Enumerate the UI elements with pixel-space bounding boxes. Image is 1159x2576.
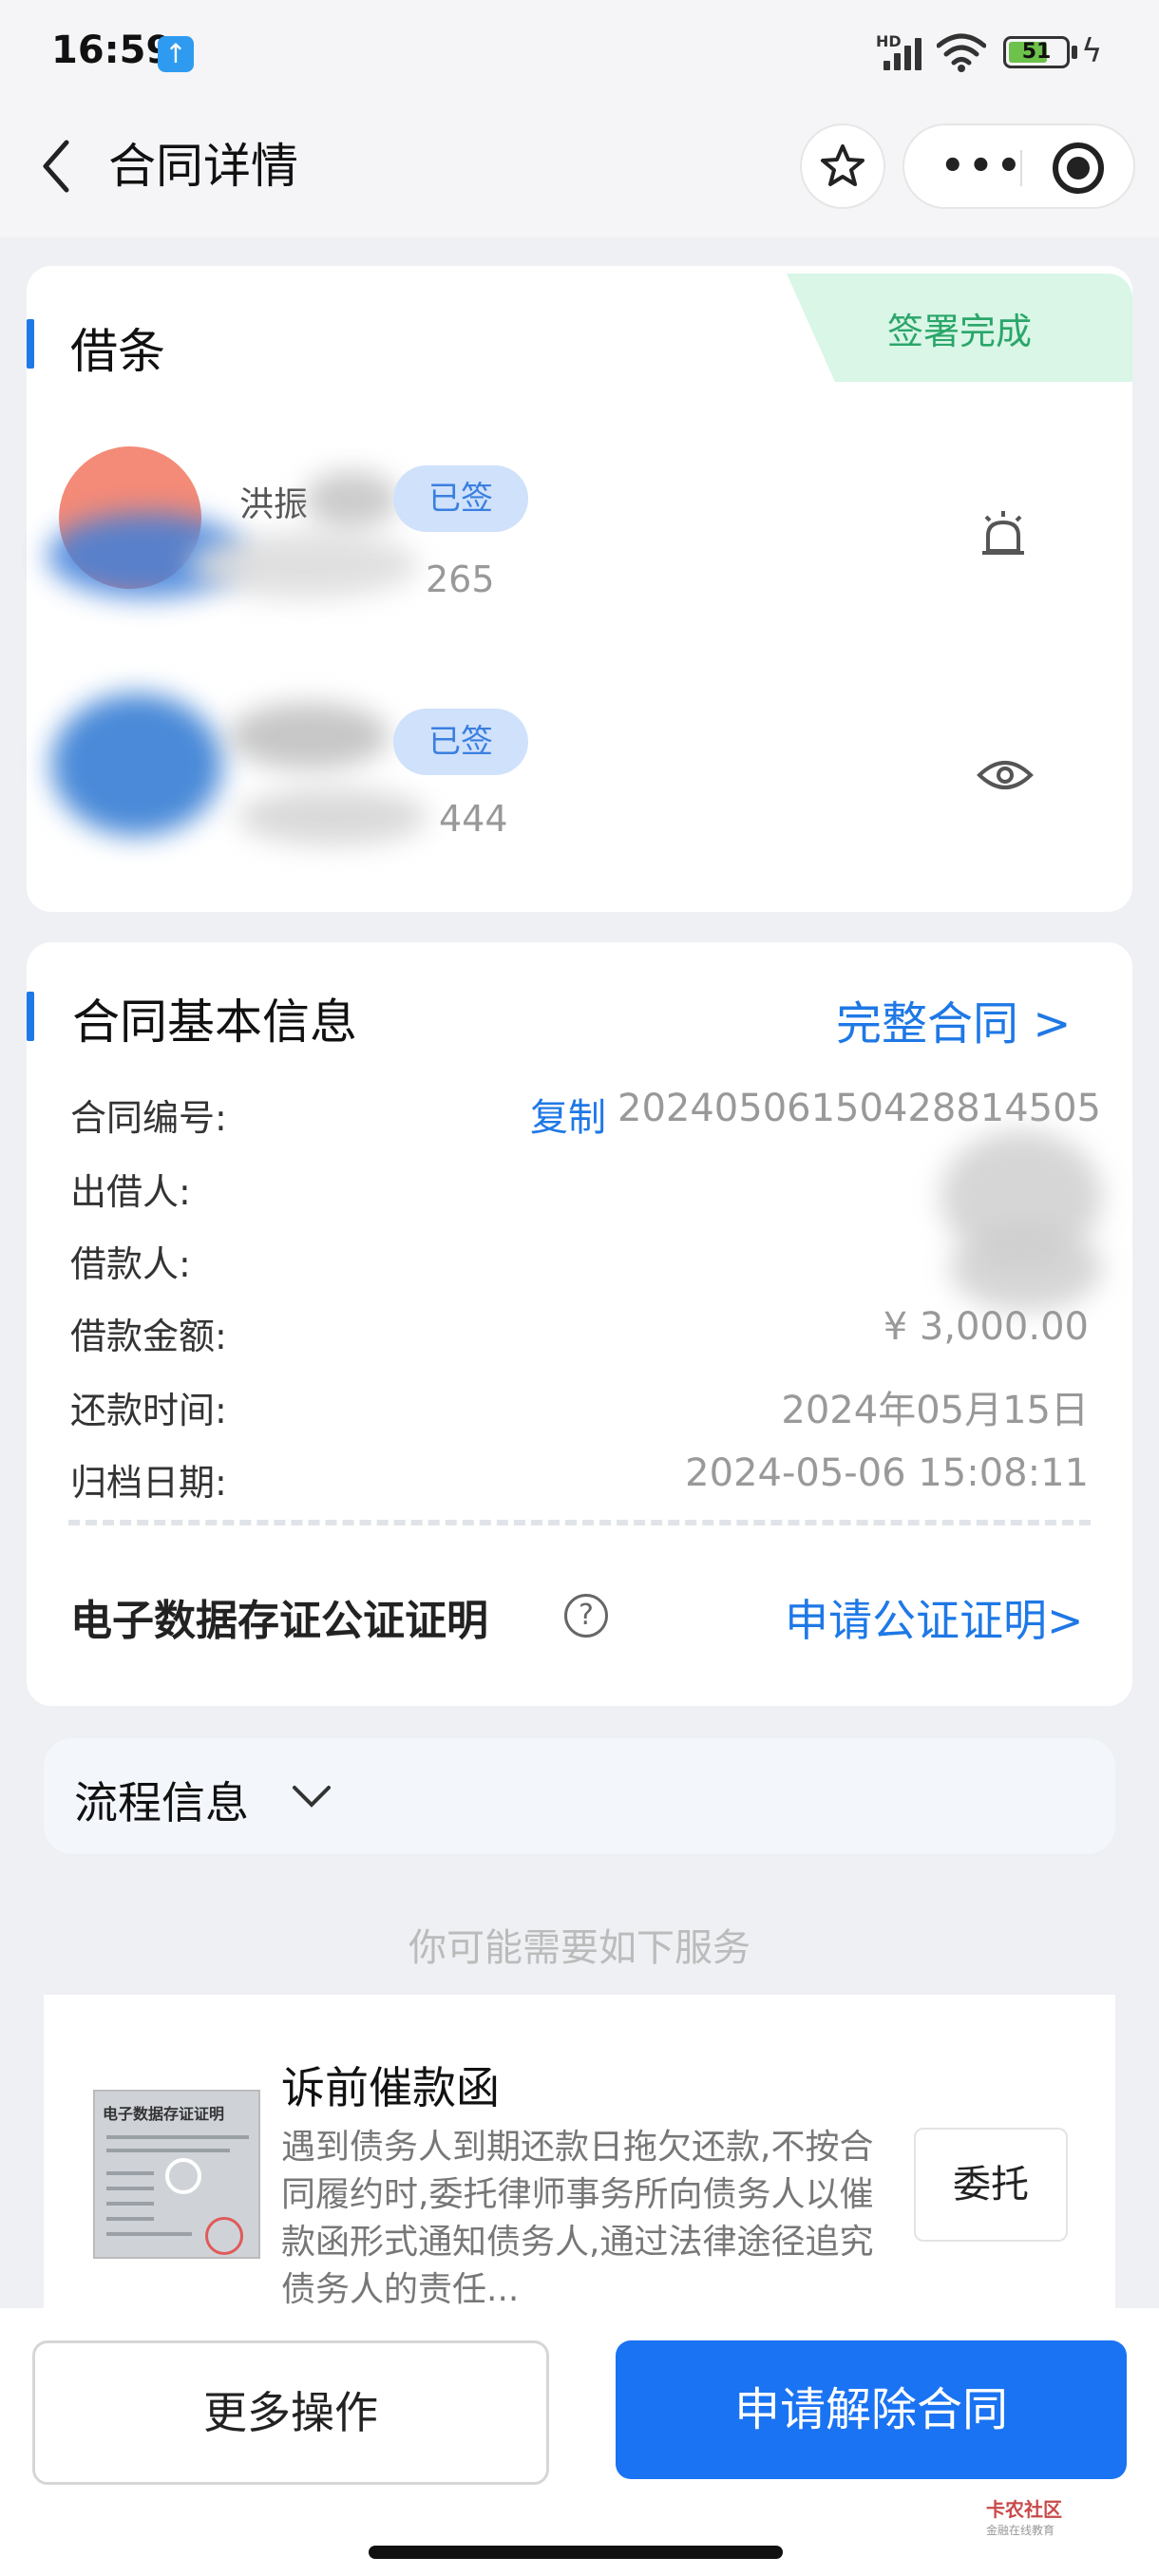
watermark-main: 卡农社区 — [986, 2498, 1062, 2521]
loan-amount-value: ¥ 3,000.00 — [883, 1305, 1089, 1349]
borrower-label: 借款人: — [70, 1243, 191, 1285]
alarm-icon[interactable] — [977, 507, 1030, 560]
thumbnail-line — [106, 2187, 154, 2190]
watermark-sub: 金融在线教育 — [986, 2524, 1055, 2537]
thumbnail-title: 电子数据存证证明 — [103, 2105, 225, 2123]
contract-number-label: 合同编号: — [70, 1097, 227, 1139]
section-marker — [27, 319, 34, 369]
signed-badge: 已签 — [393, 709, 528, 775]
redaction-blur — [950, 1225, 1102, 1311]
redaction-blur — [238, 788, 428, 845]
upload-notification-icon: ↑ — [158, 36, 194, 72]
signer-phone: 444 — [439, 798, 508, 840]
contract-type-title: 借条 — [70, 324, 165, 379]
thumbnail-line — [106, 2135, 249, 2139]
contract-number-value: 20240506150428814505 — [618, 1087, 1101, 1130]
favorite-button[interactable] — [800, 123, 885, 209]
cancel-contract-button[interactable]: 申请解除合同 — [616, 2340, 1127, 2479]
star-icon — [821, 144, 864, 186]
full-contract-link[interactable]: 完整合同 > — [836, 986, 1071, 1052]
loan-amount-label: 借款金额: — [70, 1316, 227, 1357]
lender-label: 出借人: — [70, 1171, 191, 1213]
watermark-logo: 卡农社区 金融在线教育 — [986, 2494, 1062, 2538]
signed-badge: 已签 — [393, 465, 528, 532]
notary-title: 电子数据存证公证证明 — [70, 1597, 488, 1645]
redaction-blur — [228, 703, 390, 769]
mini-program-capsule: ••• — [902, 123, 1135, 209]
certificate-thumbnail[interactable]: 电子数据存证证明 — [93, 2090, 260, 2259]
divider — [68, 1520, 1091, 1525]
chevron-down-icon — [293, 1786, 331, 1808]
thumbnail-line — [106, 2217, 154, 2221]
service-description: 遇到债务人到期还款日拖欠还款,不按合同履约时,委托律师事务所向债务人以催款函形式… — [281, 2128, 874, 2309]
thumbnail-line — [106, 2232, 192, 2236]
archive-date-label: 归档日期: — [70, 1462, 227, 1504]
signer-phone: 265 — [426, 559, 495, 600]
more-menu-icon[interactable]: ••• — [940, 147, 1025, 185]
charging-bolt-icon: ϟ — [1081, 32, 1103, 70]
more-actions-button[interactable]: 更多操作 — [32, 2340, 549, 2485]
entrust-button[interactable]: 委托 — [914, 2128, 1068, 2242]
signer-name: 洪振 — [239, 485, 309, 524]
redaction-blur — [304, 471, 399, 528]
battery-cap — [1072, 46, 1077, 59]
home-indicator[interactable] — [369, 2546, 783, 2559]
status-time: 16:59 — [51, 28, 173, 72]
basic-info-title: 合同基本信息 — [72, 994, 357, 1050]
flow-info-title: 流程信息 — [74, 1777, 249, 1828]
wifi-icon — [937, 33, 986, 72]
magnifier-icon — [165, 2158, 201, 2194]
seal-stamp — [205, 2217, 243, 2255]
eye-icon[interactable] — [977, 756, 1034, 794]
copy-button[interactable]: 复制 — [530, 1087, 606, 1142]
repayment-date-value: 2024年05月15日 — [781, 1389, 1089, 1432]
help-icon[interactable]: ? — [564, 1594, 608, 1638]
thumbnail-line — [106, 2171, 154, 2175]
capsule-divider — [1020, 150, 1022, 186]
signer-avatar — [51, 693, 222, 836]
signing-status-text: 签署完成 — [887, 311, 1033, 352]
archive-date-value: 2024-05-06 15:08:11 — [685, 1451, 1089, 1495]
service-title: 诉前催款函 — [281, 2062, 500, 2113]
back-arrow-icon[interactable] — [34, 133, 82, 199]
close-miniprogram-icon[interactable] — [1053, 142, 1104, 194]
repayment-date-label: 还款时间: — [70, 1390, 227, 1431]
battery-level: 51 — [1021, 40, 1052, 64]
cellular-signal-icon — [884, 34, 927, 70]
apply-notary-link[interactable]: 申请公证证明> — [785, 1586, 1084, 1649]
section-marker — [27, 992, 34, 1041]
battery-icon: 51 — [1003, 36, 1070, 68]
services-hint: 你可能需要如下服务 — [408, 1926, 750, 1970]
thumbnail-line — [106, 2149, 230, 2152]
redaction-blur — [190, 532, 418, 598]
thumbnail-line — [106, 2202, 154, 2206]
page-title: 合同详情 — [108, 139, 298, 194]
